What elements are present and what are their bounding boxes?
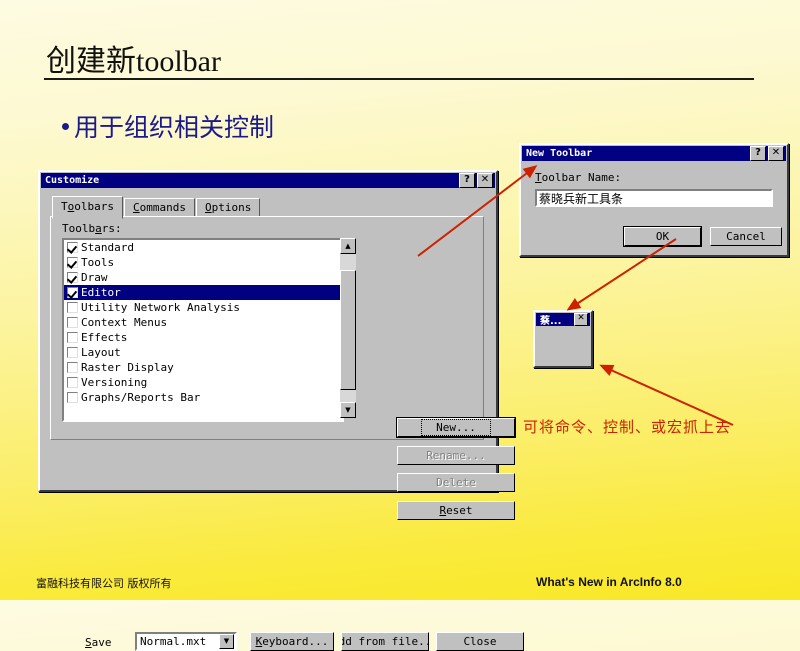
toolbar-name-label: Toolbar Name: bbox=[535, 171, 622, 184]
ok-button-label: OK bbox=[655, 230, 670, 243]
cancel-button[interactable]: Cancel bbox=[710, 227, 782, 246]
list-item[interactable]: Editor bbox=[64, 285, 342, 300]
list-item[interactable]: Layout bbox=[64, 345, 342, 360]
delete-toolbar-button-label: Delete bbox=[436, 476, 476, 489]
checkbox-icon[interactable] bbox=[67, 377, 78, 388]
floating-toolbar-body[interactable] bbox=[535, 327, 591, 361]
reset-toolbar-button[interactable]: Reset bbox=[397, 501, 515, 520]
list-item-label: Standard bbox=[81, 241, 134, 254]
close-icon[interactable]: ✕ bbox=[768, 146, 784, 161]
list-item[interactable]: Standard bbox=[64, 240, 342, 255]
help-icon[interactable]: ? bbox=[459, 173, 475, 188]
checkbox-icon[interactable] bbox=[67, 392, 78, 403]
checkbox-icon[interactable] bbox=[67, 347, 78, 358]
checkbox-icon[interactable] bbox=[67, 317, 78, 328]
help-icon[interactable]: ? bbox=[750, 146, 766, 161]
checkbox-checked-icon[interactable] bbox=[67, 272, 78, 283]
toolbar-name-value: 蔡晓兵新工具条 bbox=[539, 191, 624, 206]
new-toolbar-titlebar: New Toolbar ? ✕ bbox=[522, 146, 786, 161]
save-target-value: Normal.mxt bbox=[140, 635, 207, 648]
scroll-up-icon[interactable]: ▲ bbox=[340, 238, 356, 254]
bullet-item: 用于组织相关控制 bbox=[62, 108, 274, 144]
add-from-file-button-label: dd from file.. bbox=[341, 635, 429, 648]
checkbox-checked-icon[interactable] bbox=[67, 242, 78, 253]
list-item-label: Effects bbox=[81, 331, 128, 344]
reset-toolbar-button-label: Reset bbox=[439, 504, 473, 517]
save-target-dropdown[interactable]: Normal.mxt ▼ bbox=[135, 632, 237, 651]
list-item-label: Layout bbox=[81, 346, 121, 359]
keyboard-button[interactable]: Keyboard... bbox=[250, 632, 334, 651]
checkbox-icon[interactable] bbox=[67, 302, 78, 313]
list-item-label: Editor bbox=[81, 286, 121, 299]
list-item[interactable]: Effects bbox=[64, 330, 342, 345]
scrollbar-thumb[interactable] bbox=[340, 270, 356, 390]
ok-button[interactable]: OK bbox=[624, 227, 701, 246]
checkbox-checked-icon[interactable] bbox=[67, 257, 78, 268]
floating-toolbar-window[interactable]: 蔡... ✕ bbox=[533, 310, 593, 368]
list-item[interactable]: Utility Network Analysis bbox=[64, 300, 342, 315]
keyboard-button-label: Keyboard... bbox=[255, 635, 329, 648]
add-from-file-button[interactable]: dd from file.. bbox=[341, 632, 429, 651]
customize-title: Customize bbox=[45, 175, 100, 186]
floating-toolbar-title: 蔡... bbox=[540, 316, 562, 327]
list-item[interactable]: Raster Display bbox=[64, 360, 342, 375]
scroll-down-icon[interactable]: ▼ bbox=[340, 402, 356, 418]
close-button-label: Close bbox=[463, 635, 497, 648]
title-divider bbox=[44, 78, 754, 80]
tab-commands[interactable]: Commands bbox=[124, 198, 195, 217]
floating-toolbar-titlebar[interactable]: 蔡... ✕ bbox=[536, 313, 590, 327]
slide-canvas: 创建新toolbar 用于组织相关控制 Customize ? ✕ Toolba… bbox=[0, 0, 800, 651]
bullet-dot-icon bbox=[62, 122, 69, 130]
new-toolbar-button-label: New... bbox=[421, 419, 491, 436]
footer-deck-title: What's New in ArcInfo 8.0 bbox=[536, 575, 682, 589]
checkbox-checked-icon[interactable] bbox=[67, 287, 78, 298]
toolbars-list-label: Toolbars: bbox=[62, 222, 122, 235]
chevron-down-icon[interactable]: ▼ bbox=[219, 634, 234, 649]
close-button[interactable]: Close bbox=[436, 632, 524, 651]
customize-tabstrip: Toolbars Commands Options bbox=[52, 196, 261, 219]
rename-toolbar-button[interactable]: Rename... bbox=[397, 446, 515, 465]
delete-toolbar-button[interactable]: Delete bbox=[397, 473, 515, 492]
checkbox-icon[interactable] bbox=[67, 362, 78, 373]
customize-dialog: Customize ? ✕ Toolbars Commands Options … bbox=[38, 170, 524, 651]
list-item-label: Context Menus bbox=[81, 316, 168, 329]
customize-titlebar: Customize ? ✕ bbox=[41, 173, 495, 188]
list-item[interactable]: Versioning bbox=[64, 375, 342, 390]
cancel-button-label: Cancel bbox=[726, 230, 766, 243]
tab-toolbars[interactable]: Toolbars bbox=[52, 196, 123, 219]
toolbar-name-input[interactable]: 蔡晓兵新工具条 bbox=[535, 189, 773, 207]
close-icon[interactable]: ✕ bbox=[477, 173, 493, 188]
list-item-label: Versioning bbox=[81, 376, 148, 389]
tab-options[interactable]: Options bbox=[195, 198, 261, 217]
page-title: 创建新toolbar bbox=[46, 45, 221, 78]
list-item-label: Draw bbox=[81, 271, 108, 284]
rename-toolbar-button-label: Rename... bbox=[426, 449, 486, 462]
checkbox-icon[interactable] bbox=[67, 332, 78, 343]
list-item[interactable]: Draw bbox=[64, 270, 342, 285]
list-item-label: Tools bbox=[81, 256, 115, 269]
list-item[interactable]: Tools bbox=[64, 255, 342, 270]
list-item-label: Raster Display bbox=[81, 361, 174, 374]
annotation-note: 可将命令、控制、或宏抓上去 bbox=[523, 418, 732, 436]
bullet-text: 用于组织相关控制 bbox=[74, 115, 275, 142]
toolbars-scrollbar[interactable]: ▲ ▼ bbox=[340, 238, 356, 418]
new-toolbar-title: New Toolbar bbox=[526, 148, 593, 159]
footer-copyright: 富融科技有限公司 版权所有 bbox=[36, 577, 172, 590]
list-item-label: Graphs/Reports Bar bbox=[81, 391, 201, 404]
toolbars-listbox[interactable]: Standard Tools Draw Editor Utility Network A… bbox=[62, 238, 344, 422]
new-toolbar-button[interactable]: New... bbox=[397, 418, 515, 437]
list-item-label: Utility Network Analysis bbox=[81, 301, 240, 314]
save-label: Save bbox=[85, 636, 112, 649]
close-icon[interactable]: ✕ bbox=[574, 313, 588, 326]
list-item[interactable]: Context Menus bbox=[64, 315, 342, 330]
list-item[interactable]: Graphs/Reports Bar bbox=[64, 390, 342, 405]
